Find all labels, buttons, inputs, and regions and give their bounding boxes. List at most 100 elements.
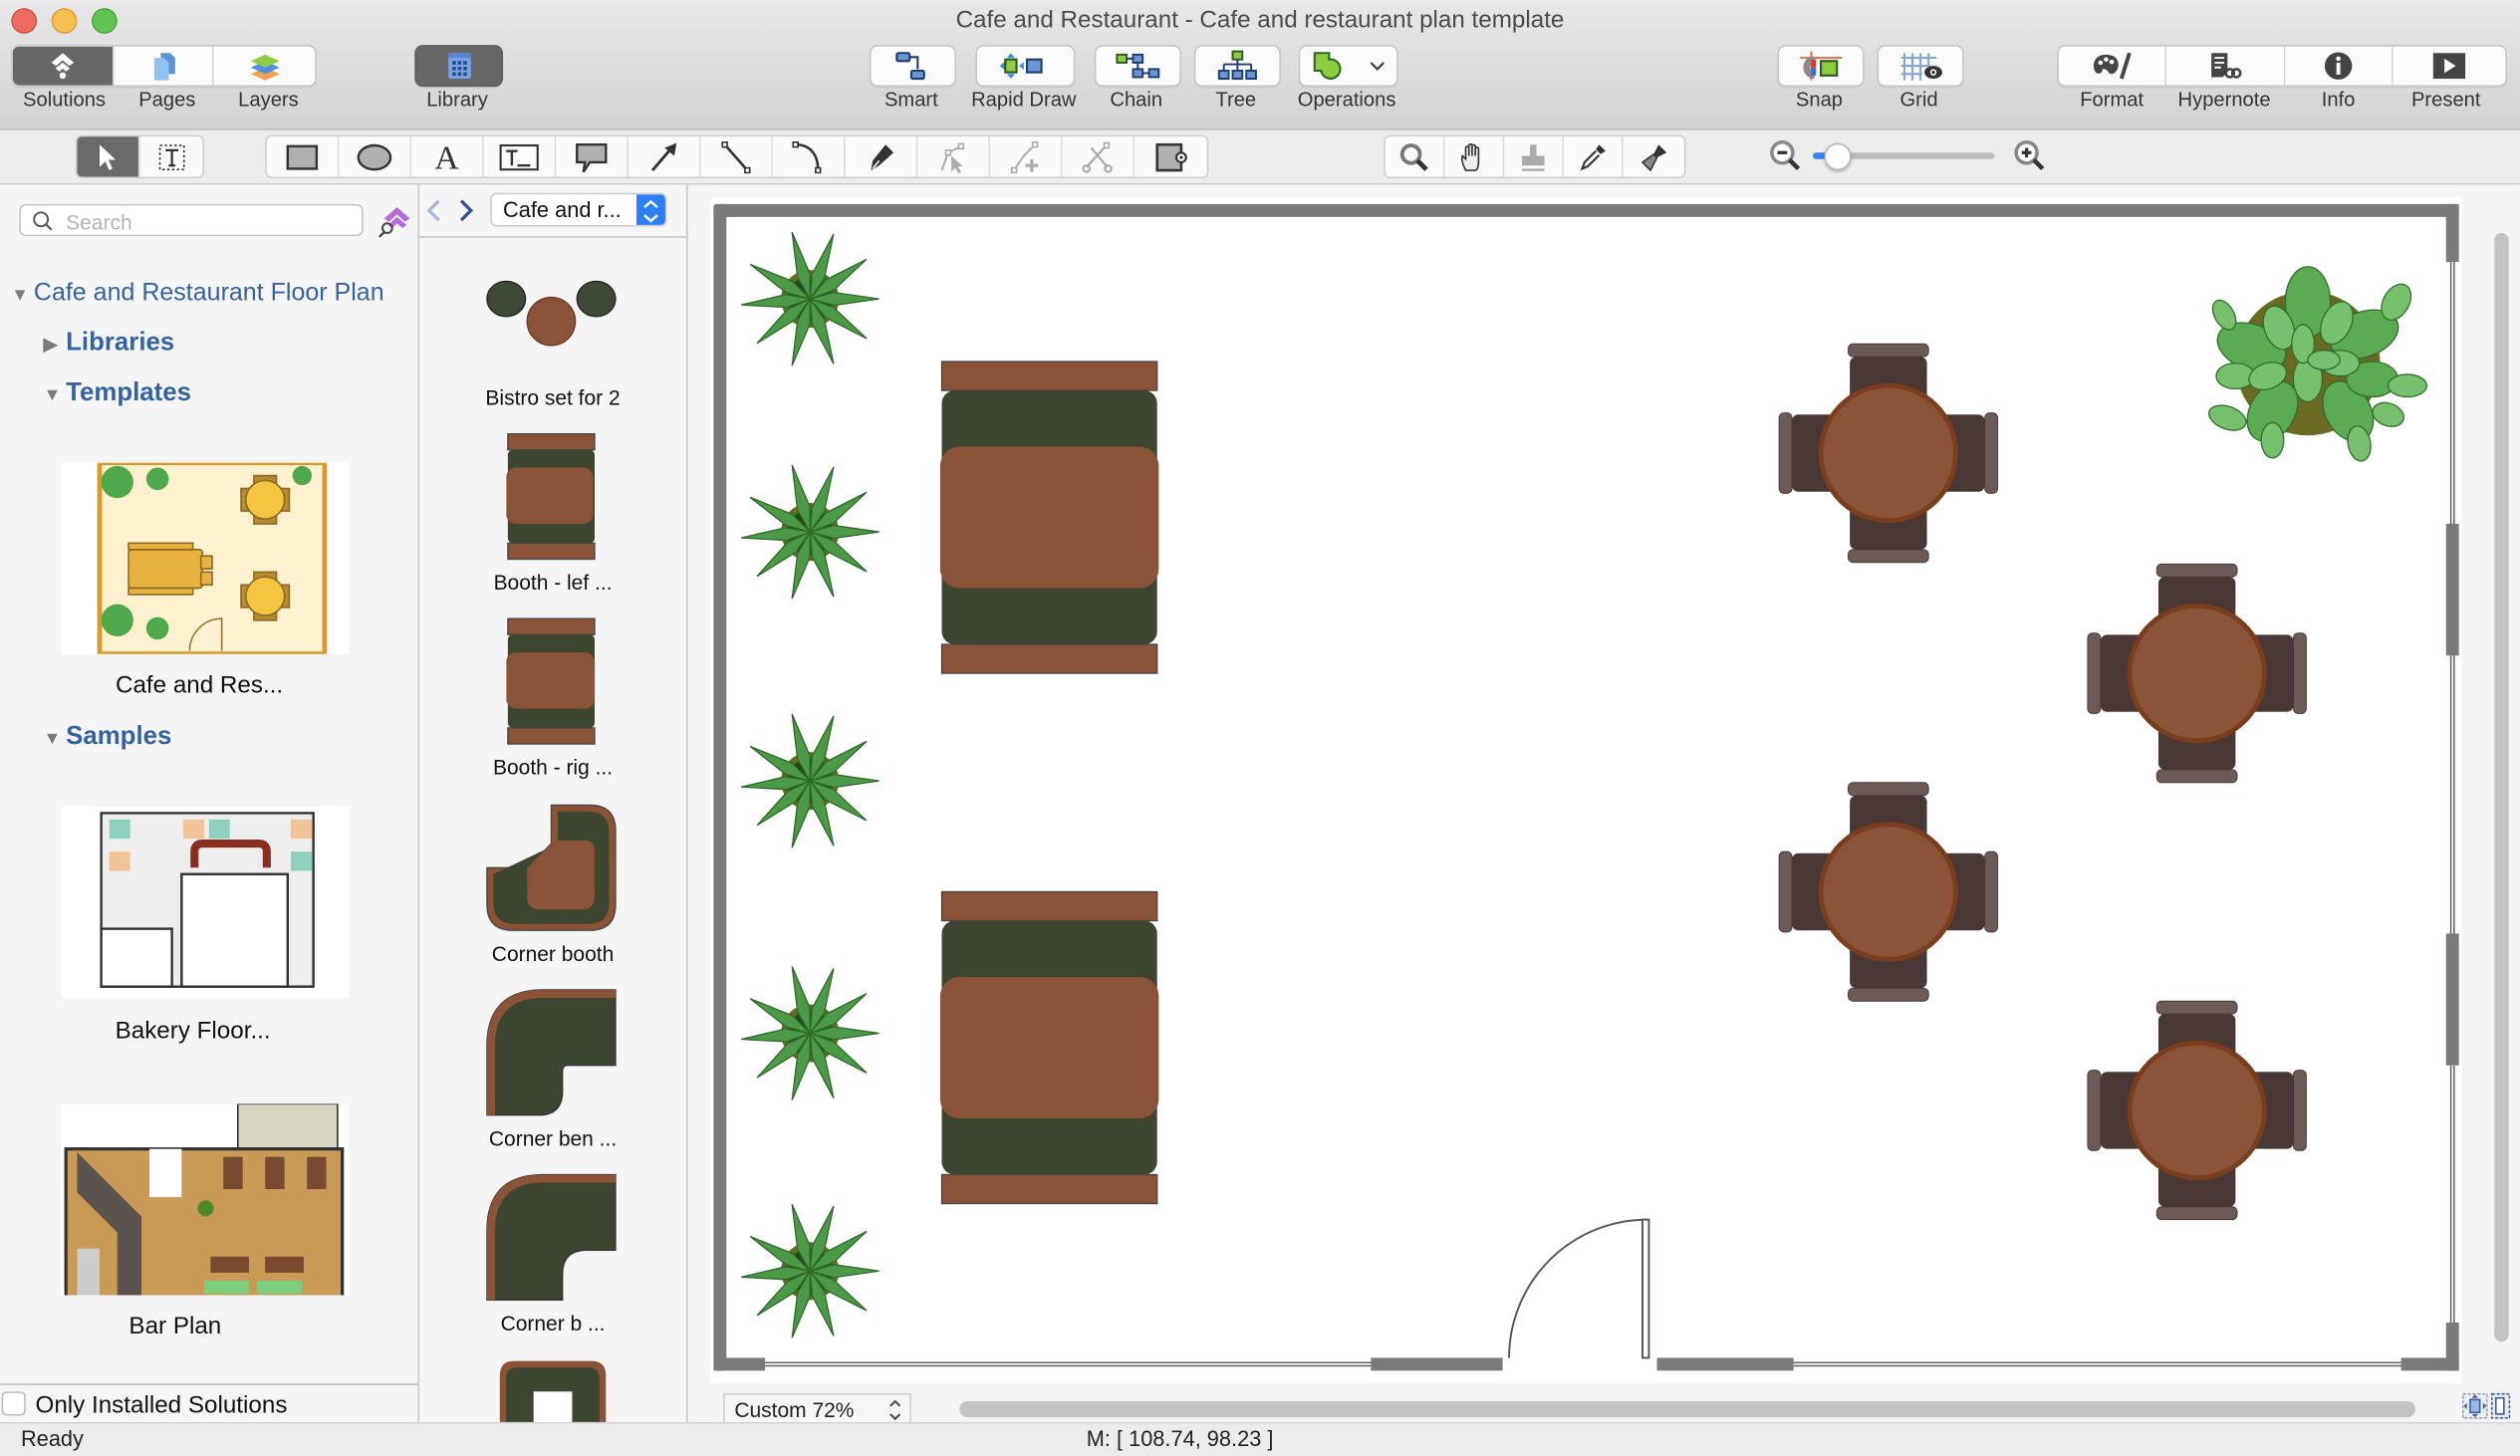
vertical-scrollbar[interactable] xyxy=(2494,232,2509,1342)
line-icon xyxy=(721,140,751,173)
fit-page-icon[interactable] xyxy=(2461,1392,2488,1419)
templates-label: Templates xyxy=(66,378,191,407)
text-block-icon xyxy=(499,143,539,170)
library-item-caption: Booth - lef ... xyxy=(493,570,613,595)
library-item-caption: Corner ben ... xyxy=(488,1126,618,1151)
layers-icon xyxy=(249,54,279,81)
text-block-tool[interactable] xyxy=(484,136,557,177)
drawing-page[interactable] xyxy=(710,197,2462,1384)
arrow-tool[interactable] xyxy=(629,136,701,177)
library-item-u-booth[interactable] xyxy=(419,1354,686,1422)
solutions-button[interactable] xyxy=(12,46,115,86)
text-select-tool[interactable] xyxy=(139,136,202,176)
tree-item-samples[interactable]: ▼ Samples xyxy=(44,723,172,752)
smart-button[interactable] xyxy=(869,45,957,88)
sample-thumbnail-bar[interactable] xyxy=(61,1102,350,1343)
pen-tool[interactable] xyxy=(846,136,918,177)
plant-spiky xyxy=(739,711,881,850)
layers-button[interactable] xyxy=(214,47,316,86)
solution-title: Cafe and Restaurant Floor Plan xyxy=(33,279,384,308)
sample-caption-bar: Bar Plan xyxy=(128,1313,222,1340)
callout-tool[interactable] xyxy=(556,136,629,177)
search-field[interactable] xyxy=(19,203,364,237)
library-button[interactable] xyxy=(414,45,504,88)
operations-button[interactable] xyxy=(1298,45,1398,88)
present-button[interactable] xyxy=(2394,47,2506,86)
back-icon[interactable] xyxy=(424,199,443,222)
solution-tree-root[interactable]: ▼ Cafe and Restaurant Floor Plan xyxy=(11,280,383,309)
sample-thumbnail-bakery[interactable] xyxy=(61,806,350,998)
fit-width-icon[interactable] xyxy=(2490,1392,2511,1419)
format-brush-tool[interactable] xyxy=(1624,136,1684,176)
only-installed-label: Only Installed Solutions xyxy=(35,1391,288,1419)
shape-tools: A xyxy=(265,134,1209,179)
hypernote-button[interactable] xyxy=(2166,46,2286,86)
library-item-corner-booth[interactable]: Corner booth xyxy=(419,801,686,974)
stepper-icon xyxy=(889,1399,901,1421)
tree-item-templates[interactable]: ▼ Templates xyxy=(44,379,191,408)
tree-button[interactable] xyxy=(1193,45,1281,88)
rectangle-tool[interactable] xyxy=(267,136,340,177)
eyedropper-tool[interactable] xyxy=(1564,136,1624,177)
booth-left-shape xyxy=(506,432,596,561)
rectangle-icon xyxy=(286,143,319,169)
format-button[interactable] xyxy=(2059,46,2166,86)
edit-points-tool[interactable] xyxy=(917,136,990,177)
arc-tool[interactable] xyxy=(773,136,846,177)
library-icon xyxy=(447,53,470,80)
zoom-out-icon[interactable] xyxy=(1768,138,1803,173)
pen-icon xyxy=(871,143,894,170)
horizontal-scrollbar[interactable] xyxy=(959,1400,2416,1418)
pages-icon xyxy=(153,53,175,81)
chain-button[interactable] xyxy=(1094,45,1181,88)
ellipse-tool[interactable] xyxy=(339,136,412,177)
template-thumbnail-cafe[interactable] xyxy=(61,460,350,657)
mouse-position: M: [ 108.74, 98.23 ] xyxy=(1086,1426,1274,1451)
disclosure-expanded-icon: ▼ xyxy=(11,286,29,306)
zoom-select[interactable]: Custom 72% xyxy=(723,1392,911,1426)
library-item-corner-bench[interactable]: Corner ben ... xyxy=(419,985,686,1158)
text-icon: A xyxy=(434,140,459,172)
zoom-select-value: Custom 72% xyxy=(734,1397,855,1422)
zoom-slider-thumb[interactable] xyxy=(1823,142,1852,171)
solution-search-icon[interactable] xyxy=(377,204,411,239)
line-tool[interactable] xyxy=(700,136,774,177)
library-select[interactable]: Cafe and r... xyxy=(490,192,667,227)
only-installed-checkbox[interactable] xyxy=(1,1391,26,1416)
stamp-tool[interactable] xyxy=(1504,136,1564,177)
pan-tool[interactable] xyxy=(1445,136,1505,177)
library-item-bistro-set[interactable]: Bistro set for 2 xyxy=(419,265,686,417)
add-point-tool[interactable] xyxy=(990,136,1063,177)
samples-label: Samples xyxy=(66,723,172,751)
hand-icon xyxy=(1460,142,1480,171)
tree-item-libraries[interactable]: ▶ Libraries xyxy=(44,330,175,359)
pages-button[interactable] xyxy=(115,46,214,86)
snap-button[interactable] xyxy=(1777,45,1865,88)
disclosure-collapsed-icon: ▶ xyxy=(43,336,58,356)
grid-button[interactable] xyxy=(1877,45,1964,88)
select-stepper-icon xyxy=(635,194,665,225)
scissors-icon xyxy=(1082,140,1113,172)
cut-path-tool[interactable] xyxy=(1063,136,1135,177)
edit-points-icon xyxy=(940,141,965,173)
plant-spiky xyxy=(739,964,881,1102)
search-input[interactable] xyxy=(62,207,359,237)
zoom-in-icon[interactable] xyxy=(2012,138,2047,173)
library-item-booth-left[interactable]: Booth - lef ... xyxy=(419,429,686,603)
select-tool[interactable] xyxy=(77,136,140,177)
rapid-draw-button[interactable] xyxy=(975,45,1076,88)
window-title: Cafe and Restaurant - Cafe and restauran… xyxy=(955,6,1565,34)
present-icon xyxy=(2432,53,2466,80)
chain-label: Chain xyxy=(1110,88,1163,112)
text-tool[interactable]: A xyxy=(411,136,484,177)
info-label: Info xyxy=(2321,88,2356,112)
booth xyxy=(939,890,1160,1205)
library-item-booth-right[interactable]: Booth - rig ... xyxy=(419,613,686,787)
info-button[interactable] xyxy=(2285,46,2394,86)
container-tool[interactable] xyxy=(1134,136,1207,176)
forward-icon[interactable] xyxy=(456,199,475,222)
library-item-corner-b[interactable]: Corner b ... xyxy=(419,1170,686,1343)
library-item-caption: Corner booth xyxy=(491,941,615,966)
zoom-tool[interactable] xyxy=(1386,136,1445,177)
selection-tools xyxy=(75,134,204,179)
